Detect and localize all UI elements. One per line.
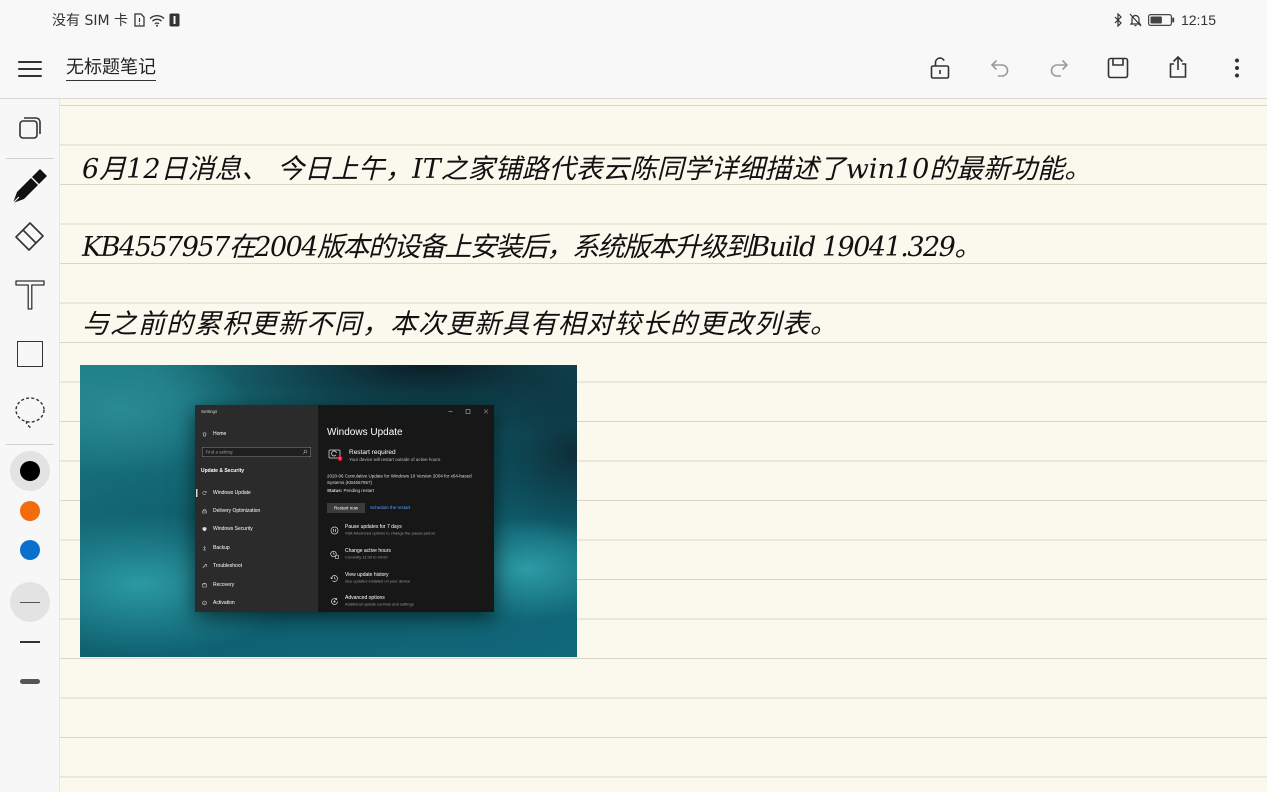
delivery-icon xyxy=(202,509,207,514)
restart-required-title: Restart required xyxy=(349,448,396,456)
color-orange-swatch[interactable] xyxy=(20,501,40,521)
note-title[interactable]: 无标题笔记 xyxy=(66,57,156,81)
status-value: Pending restart xyxy=(343,488,375,493)
tool-panel xyxy=(0,99,60,792)
text-icon[interactable] xyxy=(14,279,46,311)
redo-icon[interactable] xyxy=(1047,56,1071,80)
advanced-options-icon xyxy=(330,597,339,606)
share-icon[interactable] xyxy=(1166,55,1190,79)
sidebar-item-label: Activation xyxy=(213,600,235,606)
handwritten-line: 与之前的累积更新不同，本次更新具有相对较长的更改列表。 xyxy=(82,309,838,340)
clock: 12:15 xyxy=(1180,12,1216,28)
status-bar: 没有 SIM 卡 12:15 xyxy=(0,0,1267,40)
stroke-medium-icon[interactable] xyxy=(20,641,40,643)
option-title: Advanced options xyxy=(345,595,385,601)
color-black-swatch[interactable] xyxy=(20,461,40,481)
sidebar-item-label: Troubleshoot xyxy=(213,563,242,569)
status-left: 没有 SIM 卡 xyxy=(52,0,180,40)
color-blue-swatch[interactable] xyxy=(20,540,40,560)
settings-window: Settings Home Find a setting Update & Se… xyxy=(195,405,494,612)
restart-now-button: Restart now xyxy=(327,503,365,513)
mute-icon xyxy=(1129,13,1142,27)
note-canvas[interactable]: 6月12日消息、 今日上午，IT之家铺路代表云陈同学详细描述了win10的最新功… xyxy=(60,99,1267,792)
unlock-icon[interactable] xyxy=(928,56,952,80)
tool-divider xyxy=(6,158,54,159)
stroke-thin-icon[interactable] xyxy=(20,602,40,603)
sidebar-item-label: Recovery xyxy=(213,582,235,588)
sidebar-section-title: Update & Security xyxy=(201,468,245,474)
sidebar-item-windows-update: Windows Update xyxy=(195,490,318,496)
sidebar-item-troubleshoot: Troubleshoot xyxy=(195,563,318,569)
more-icon[interactable] xyxy=(1225,56,1249,80)
wifi-icon xyxy=(149,14,165,27)
lasso-icon[interactable] xyxy=(13,395,47,431)
schedule-restart-link: Schedule the restart xyxy=(370,505,411,510)
layers-icon[interactable] xyxy=(15,113,45,143)
bluetooth-icon xyxy=(1113,13,1123,27)
history-icon xyxy=(330,574,339,583)
sidebar-item-label: Backup xyxy=(213,545,230,551)
sidebar-item-activation: Activation xyxy=(195,600,318,606)
minimize-icon xyxy=(448,409,453,414)
sidebar-item-label: Delivery Optimization xyxy=(213,508,261,514)
restart-required-icon xyxy=(328,447,343,462)
tool-divider xyxy=(6,444,54,445)
notification-icon xyxy=(169,13,180,27)
wrench-icon xyxy=(202,564,207,569)
settings-search-placeholder: Find a setting xyxy=(205,449,233,455)
sidebar-item-home: Home xyxy=(195,431,318,437)
restart-required-desc: Your device will restart outside of acti… xyxy=(349,457,442,462)
option-desc: Visit Advanced options to change the pau… xyxy=(345,531,435,536)
option-title: View update history xyxy=(345,572,389,578)
handwritten-line: 6月12日消息、 今日上午，IT之家铺路代表云陈同学详细描述了win10的最新功… xyxy=(82,154,1092,185)
home-icon xyxy=(202,431,207,437)
sim-icon xyxy=(134,13,145,27)
pen-icon[interactable] xyxy=(10,166,50,206)
sidebar-item-backup: Backup xyxy=(195,545,318,551)
option-desc: See updates installed on your device xyxy=(345,579,411,584)
activation-icon xyxy=(202,600,207,606)
update-status: Status: Pending restart xyxy=(327,488,374,494)
stroke-thick-icon[interactable] xyxy=(20,679,40,684)
active-hours-icon xyxy=(330,550,339,559)
recovery-icon xyxy=(202,583,207,588)
sidebar-item-delivery-optimization: Delivery Optimization xyxy=(195,508,318,514)
pane-heading: Windows Update xyxy=(327,426,403,438)
option-title: Change active hours xyxy=(345,548,391,554)
backup-icon xyxy=(202,546,207,551)
battery-icon xyxy=(1147,14,1175,26)
refresh-icon xyxy=(202,490,207,496)
carrier-label: 没有 SIM 卡 xyxy=(52,13,128,29)
sidebar-item-label: Windows Security xyxy=(213,526,253,532)
status-label: Status: xyxy=(327,488,343,493)
sidebar-home-label: Home xyxy=(213,431,227,437)
eraser-icon[interactable] xyxy=(13,218,47,252)
update-name: 2020-06 Cumulative Update for Windows 10… xyxy=(327,473,472,486)
top-toolbar: 无标题笔记 xyxy=(0,40,1267,99)
maximize-icon xyxy=(465,409,471,414)
sidebar-item-recovery: Recovery xyxy=(195,582,318,588)
save-icon[interactable] xyxy=(1106,56,1130,80)
shield-icon xyxy=(202,527,207,532)
menu-icon[interactable] xyxy=(18,59,42,79)
handwritten-line: KB4557957在2004版本的设备上安装后，系统版本升级到Build 190… xyxy=(82,232,981,263)
close-icon xyxy=(483,409,489,414)
option-desc: Additional update controls and settings xyxy=(345,602,414,607)
status-right: 12:15 xyxy=(1113,0,1216,40)
option-title: Pause updates for 7 days xyxy=(345,524,402,530)
settings-sidebar: Settings Home Find a setting Update & Se… xyxy=(195,405,318,612)
embedded-screenshot[interactable]: Settings Home Find a setting Update & Se… xyxy=(80,365,577,657)
sidebar-item-windows-security: Windows Security xyxy=(195,526,318,532)
rectangle-icon[interactable] xyxy=(17,341,43,367)
undo-icon[interactable] xyxy=(988,56,1012,80)
option-desc: Currently 11:00 to 04:00 xyxy=(345,555,388,560)
settings-search-box: Find a setting xyxy=(202,447,311,457)
sidebar-item-label: Windows Update xyxy=(213,490,251,496)
window-title: Settings xyxy=(201,409,218,414)
pause-icon xyxy=(330,526,339,535)
search-icon xyxy=(302,449,308,455)
